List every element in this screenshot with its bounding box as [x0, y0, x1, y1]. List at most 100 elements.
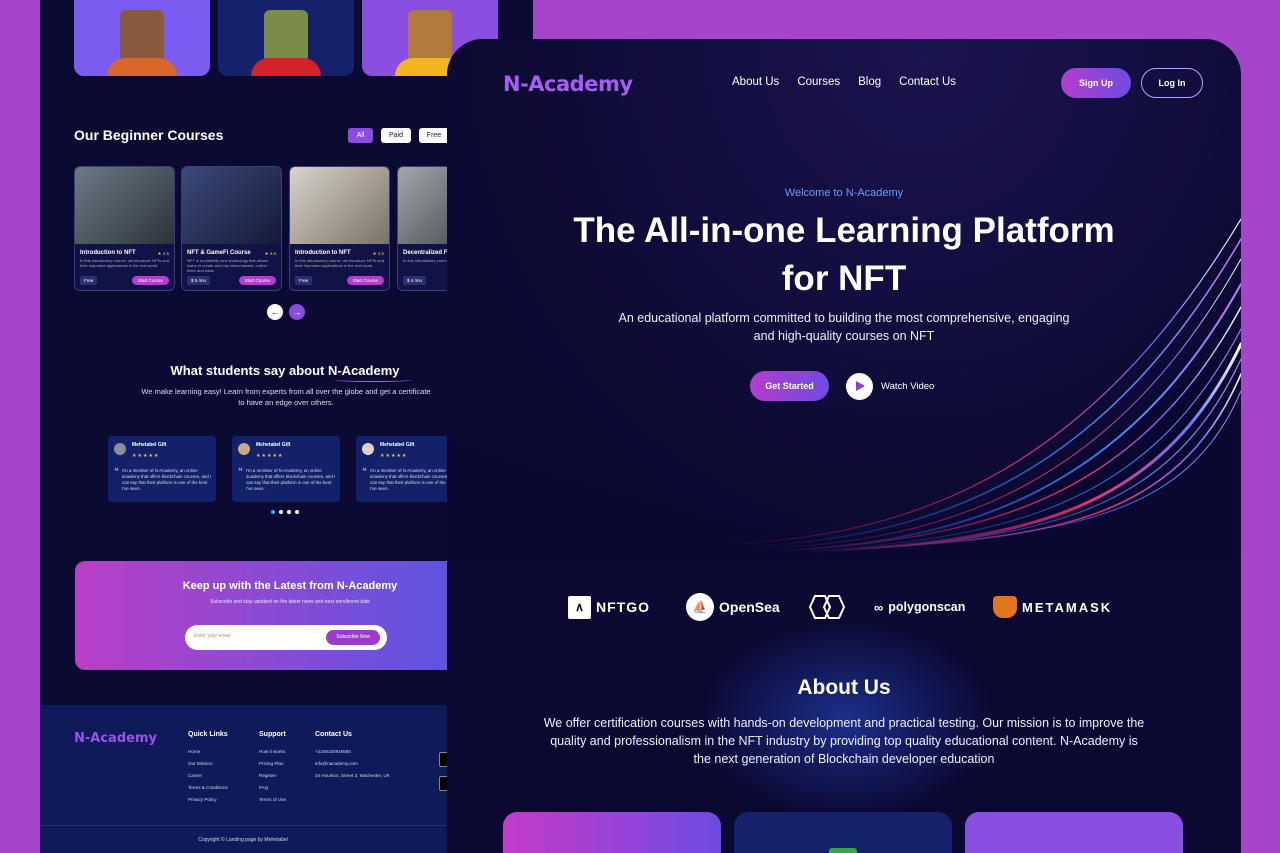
about-card-1 [503, 812, 721, 853]
subscribe-button[interactable]: Subscribe Now [326, 630, 380, 645]
footer-support: Support How it works Pricing Plan Regist… [259, 731, 286, 806]
nft-card-1[interactable] [74, 0, 210, 76]
course-photo-1 [75, 167, 174, 244]
filter-paid[interactable]: Paid [381, 128, 411, 143]
course-card-3[interactable]: Introduction to NFT In this introductory… [289, 166, 390, 291]
rating-stars: ★★★★★ [380, 453, 408, 459]
reviewer-name: Mehetabel Gift [380, 442, 415, 448]
hero-subtitle: An educational platform committed to bui… [618, 311, 1070, 343]
rating-stars: ★★★★★ [132, 453, 160, 459]
footer-link[interactable]: Career [188, 770, 228, 782]
nft-avatar-2 [264, 10, 308, 62]
carousel-next-button[interactable]: → [289, 304, 305, 320]
footer-email: info@nacademy.com [315, 761, 358, 766]
pagination-dot[interactable] [287, 510, 291, 514]
nft-figure-2 [829, 848, 857, 853]
course-rating: ★ 4.5 [264, 251, 276, 256]
newsletter-subtitle: Subscribe and stay updated on the latest… [209, 599, 371, 605]
opensea-icon: ⛵ [686, 593, 714, 621]
front-page: N-Academy About Us Courses Blog Contact … [447, 39, 1241, 853]
hero-title: The All-in-one Learning Platform for NFT [573, 211, 1115, 298]
pagination-dot[interactable] [279, 510, 283, 514]
reviewer-name: Mehetabel Gift [132, 442, 167, 448]
filter-all[interactable]: All [348, 128, 373, 143]
course-photo-2 [182, 167, 281, 244]
course-desc: In this introductory course, we introduc… [80, 258, 169, 268]
course-card-1[interactable]: Introduction to NFT In this introductory… [74, 166, 175, 291]
newsletter-title: Keep up with the Latest from N-Academy [182, 580, 398, 592]
footer-link[interactable]: Terms & Conditions [188, 782, 228, 794]
footer-link[interactable]: Pricing Plan [259, 758, 286, 770]
footer-link[interactable]: Our Mission [188, 758, 228, 770]
footer-link[interactable]: How it works [259, 746, 286, 758]
nav-contact-us[interactable]: Contact Us [899, 76, 956, 88]
review-card-1: Mehetabel Gift ★★★★★ ❝ I'm a member of N… [108, 436, 216, 502]
footer-logo[interactable]: N-Academy [74, 731, 157, 746]
partner-name: polygonscan [888, 600, 966, 614]
welcome-text: Welcome to N-Academy [784, 187, 904, 199]
about-card-3 [965, 812, 1183, 853]
partner-opensea: ⛵ OpenSea [686, 592, 780, 622]
play-video-icon[interactable] [846, 373, 873, 400]
course-photo-3 [290, 167, 389, 244]
nft-card-2[interactable] [218, 0, 354, 76]
get-started-button[interactable]: Get Started [750, 371, 829, 401]
courses-section-title: Our Beginner Courses [74, 127, 224, 143]
start-course-button[interactable]: Start Course [238, 276, 276, 285]
sign-up-button[interactable]: Sign Up [1061, 68, 1131, 98]
testimonials-title: What students say about N-Academy [170, 363, 400, 378]
quote-icon: ❝ [362, 466, 367, 476]
metamask-fox-icon [993, 596, 1017, 618]
partner-name: METAMASK [1022, 599, 1113, 615]
start-course-button[interactable]: Start Course [131, 276, 169, 285]
nav-blog[interactable]: Blog [858, 76, 881, 88]
review-pagination[interactable] [271, 510, 299, 514]
nft-avatar-body-1 [107, 58, 177, 76]
brand-logo[interactable]: N-Academy [503, 72, 633, 96]
email-field[interactable]: Enter your email Subscribe Now [185, 625, 387, 650]
course-rating: ★ 4.5 [372, 251, 384, 256]
pagination-dot[interactable] [295, 510, 299, 514]
footer-heading: Contact Us [315, 731, 352, 738]
about-text: We offer certification courses with hand… [543, 716, 1145, 766]
footer-link[interactable]: FAQ [259, 782, 286, 794]
nav-about-us[interactable]: About Us [732, 76, 779, 88]
review-text: I'm a member of N-Academy, an online aca… [246, 468, 336, 491]
footer-link[interactable]: Register [259, 770, 286, 782]
start-course-button[interactable]: Start Course [346, 276, 384, 285]
partner-hex-logo [803, 592, 851, 622]
nft-avatar-3 [408, 10, 452, 62]
hexagon-logo-icon [808, 595, 846, 619]
footer-heading: Quick Links [188, 731, 228, 738]
avatar [238, 443, 250, 455]
course-tag: $ 4 /mo [403, 276, 427, 285]
course-desc: NFT is a relatively new technology that … [187, 258, 268, 273]
nav-courses[interactable]: Courses [797, 76, 840, 88]
avatar [114, 443, 126, 455]
course-rating: ★ 4.5 [157, 251, 169, 256]
review-text: I'm a member of N-Academy, an online aca… [122, 468, 212, 491]
quote-icon: ❝ [238, 466, 243, 476]
watch-video-link[interactable]: Watch Video [881, 381, 934, 392]
email-placeholder: Enter your email [194, 633, 231, 639]
pagination-dot[interactable] [271, 510, 275, 514]
testimonials-subtitle: We make learning easy! Learn from expert… [141, 387, 431, 407]
course-card-2[interactable]: NFT & GameFi Course NFT is a relatively … [181, 166, 282, 291]
footer-link[interactable]: Terms of Use [259, 794, 286, 806]
footer-contact: Contact Us +2348150919585 info@nacademy.… [315, 731, 390, 782]
footer-link[interactable]: Privacy Policy [188, 794, 228, 806]
footer-link[interactable]: Home [188, 746, 228, 758]
course-tag: $ 5 /mo [187, 276, 211, 285]
partner-metamask: METAMASK [993, 592, 1112, 622]
filter-free[interactable]: Free [419, 128, 449, 143]
footer-address: 24 Houston, Street 3, Machester, UK [315, 773, 390, 778]
nft-avatar-body-2 [251, 58, 321, 76]
carousel-prev-button[interactable]: ← [267, 304, 283, 320]
log-in-button[interactable]: Log In [1141, 68, 1203, 98]
course-desc: In this introductory course, we introduc… [295, 258, 384, 268]
quote-icon: ❝ [114, 466, 119, 476]
copyright: Copyright © Landing page by Mehetabel [198, 837, 288, 843]
partner-name: NFTGO [596, 599, 650, 615]
reviewer-name: Mehetabel Gift [256, 442, 291, 448]
nftgo-icon: ∧ [568, 595, 591, 619]
